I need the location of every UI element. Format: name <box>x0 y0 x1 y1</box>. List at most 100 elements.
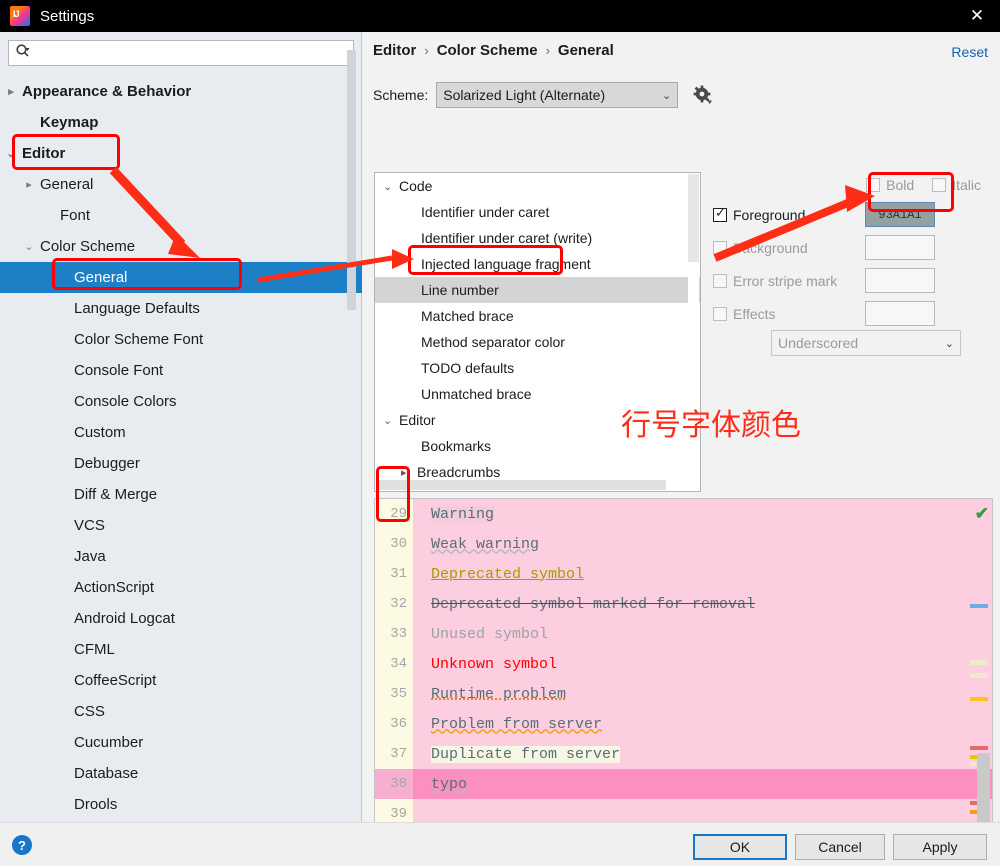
sidebar-item-vcs[interactable]: VCS <box>0 510 362 541</box>
option-item-code[interactable]: ⌄ Code <box>375 173 700 199</box>
sidebar-item-cucumber[interactable]: Cucumber <box>0 727 362 758</box>
foreground-color-swatch[interactable]: 93A1A1 <box>865 202 935 227</box>
sidebar-item-diff-merge[interactable]: Diff & Merge <box>0 479 362 510</box>
search-box[interactable] <box>8 40 354 66</box>
sidebar-item-language-defaults[interactable]: Language Defaults <box>0 293 362 324</box>
option-item-matched-brace[interactable]: Matched brace <box>375 303 700 329</box>
option-item-bookmarks[interactable]: Bookmarks <box>375 433 700 459</box>
error-stripe-checkbox[interactable] <box>713 273 727 288</box>
attribute-row-background: Background <box>713 231 993 264</box>
sidebar-item-label: Color Scheme <box>40 238 136 255</box>
sidebar-item-database[interactable]: Database <box>0 758 362 789</box>
sidebar-item-label: Android Logcat <box>74 610 175 627</box>
breadcrumb-item-color-scheme[interactable]: Color Scheme <box>437 42 538 59</box>
background-checkbox[interactable] <box>713 240 727 255</box>
checkmark-icon: ✔ <box>974 504 989 523</box>
chevron-right-icon[interactable]: ▸ <box>22 178 36 192</box>
option-item-injected-language-fragment[interactable]: Injected language fragment <box>375 251 700 277</box>
options-vscrollbar-thumb[interactable] <box>688 174 699 262</box>
option-item-label: Breadcrumbs <box>417 464 501 480</box>
option-item-method-separator-color[interactable]: Method separator color <box>375 329 700 355</box>
breadcrumb-item-editor[interactable]: Editor <box>373 42 416 59</box>
cancel-button[interactable]: Cancel <box>795 834 885 860</box>
chevron-down-icon[interactable]: ⌄ <box>22 240 36 254</box>
option-item-unmatched-brace[interactable]: Unmatched brace <box>375 381 700 407</box>
sidebar-item-label: CSS <box>74 703 105 720</box>
color-options-tree[interactable]: ⌄ Code Identifier under caret Identifier un… <box>374 172 701 492</box>
bold-checkbox[interactable] <box>866 178 881 192</box>
help-icon[interactable]: ? <box>12 835 32 855</box>
sidebar-item-debugger[interactable]: Debugger <box>0 448 362 479</box>
search-input[interactable] <box>35 45 335 61</box>
close-icon[interactable]: ✕ <box>954 0 1000 32</box>
options-hscrollbar-thumb[interactable] <box>376 480 666 490</box>
sidebar-item-appearance-behavior[interactable]: ▸ Appearance & Behavior <box>0 76 362 107</box>
ok-button[interactable]: OK <box>693 834 787 860</box>
scheme-dropdown[interactable]: Solarized Light (Alternate) ⌄ <box>436 82 679 108</box>
sidebar-item-label: Java <box>74 548 106 565</box>
effects-type-dropdown[interactable]: Underscored ⌄ <box>771 330 961 356</box>
chevron-down-icon: ⌄ <box>944 337 954 350</box>
sidebar-item-java[interactable]: Java <box>0 541 362 572</box>
sidebar-item-console-colors[interactable]: Console Colors <box>0 386 362 417</box>
bold-label: Bold <box>886 177 915 193</box>
search-container <box>8 40 354 66</box>
sidebar-item-coffeescript[interactable]: CoffeeScript <box>0 665 362 696</box>
breadcrumb-item-general[interactable]: General <box>558 42 614 59</box>
apply-button[interactable]: Apply <box>893 834 987 860</box>
chevron-right-icon[interactable]: ▸ <box>4 85 18 99</box>
sidebar-item-label: General <box>74 269 128 286</box>
sidebar-item-color-scheme-font[interactable]: Color Scheme Font <box>0 324 362 355</box>
option-item-identifier-under-caret[interactable]: Identifier under caret <box>375 199 700 225</box>
option-item-label: Editor <box>399 412 436 428</box>
option-item-line-number[interactable]: Line number <box>375 277 700 303</box>
background-color-swatch[interactable] <box>865 235 935 260</box>
chevron-down-icon[interactable]: ⌄ <box>4 147 18 161</box>
preview-line-text: typo <box>431 775 468 793</box>
preview-pane[interactable]: 29 Warning 30 Weak warning 31 Deprecated symb… <box>374 498 993 846</box>
chevron-down-icon[interactable]: ⌄ <box>383 414 399 427</box>
reset-link[interactable]: Reset <box>951 44 988 60</box>
chevron-right-icon[interactable]: ▸ <box>401 466 417 479</box>
sidebar-item-font[interactable]: Font <box>0 200 362 231</box>
chevron-down-icon[interactable]: ⌄ <box>383 180 399 193</box>
option-item-identifier-under-caret-write[interactable]: Identifier under caret (write) <box>375 225 700 251</box>
sidebar-item-general[interactable]: ▸ General <box>0 169 362 200</box>
preview-line: 33 Unused symbol <box>375 619 992 649</box>
sidebar-item-drools[interactable]: Drools <box>0 789 362 820</box>
title-bar: IJ Settings ✕ <box>0 0 1000 32</box>
foreground-checkbox[interactable] <box>713 206 727 222</box>
gear-icon[interactable] <box>692 84 714 106</box>
sidebar-item-editor[interactable]: ⌄ Editor <box>0 138 362 169</box>
sidebar-item-actionscript[interactable]: ActionScript <box>0 572 362 603</box>
italic-checkbox[interactable] <box>932 178 947 192</box>
error-stripe-color-swatch[interactable] <box>865 268 935 293</box>
sidebar-item-cfml[interactable]: CFML <box>0 634 362 665</box>
sidebar-item-console-font[interactable]: Console Font <box>0 355 362 386</box>
sidebar-item-general[interactable]: General <box>0 262 362 293</box>
option-item-todo-defaults[interactable]: TODO defaults <box>375 355 700 381</box>
search-icon <box>15 43 31 64</box>
sidebar-scrollbar-thumb[interactable] <box>347 50 356 310</box>
sidebar-item-custom[interactable]: Custom <box>0 417 362 448</box>
effects-checkbox[interactable] <box>713 306 727 321</box>
sidebar-item-color-scheme[interactable]: ⌄ Color Scheme <box>0 231 362 262</box>
sidebar-item-android-logcat[interactable]: Android Logcat <box>0 603 362 634</box>
effects-color-swatch[interactable] <box>865 301 935 326</box>
option-item-label: Identifier under caret (write) <box>421 230 593 246</box>
preview-marker-bar[interactable]: ✔ <box>969 500 991 845</box>
settings-tree[interactable]: ▸ Appearance & Behavior Keymap ⌄ Editor ▸ Gene… <box>0 76 362 822</box>
sidebar-item-css[interactable]: CSS <box>0 696 362 727</box>
option-item-label: Line number <box>421 282 499 298</box>
option-item-editor[interactable]: ⌄ Editor <box>375 407 700 433</box>
sidebar-item-keymap[interactable]: Keymap <box>0 107 362 138</box>
breadcrumb: Editor › Color Scheme › General <box>373 42 614 59</box>
